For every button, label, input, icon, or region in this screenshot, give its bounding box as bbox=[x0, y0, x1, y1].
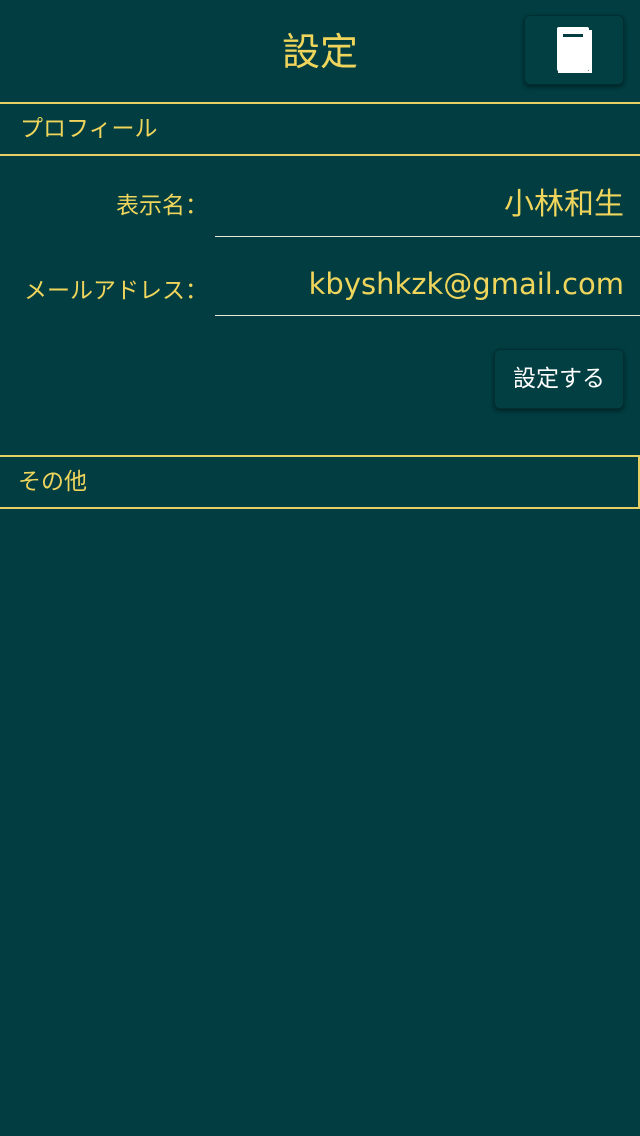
display-name-underline bbox=[215, 236, 640, 237]
header-bar: 設定 bbox=[0, 0, 640, 102]
profile-section-label: プロフィール bbox=[20, 116, 158, 142]
display-name-field[interactable]: 小林和生 bbox=[504, 186, 624, 224]
settings-screen: 設定 プロフィール 表示名： 小林和生 メールアドレス： kbyshkzk@gm… bbox=[0, 0, 640, 1136]
profile-section-header: プロフィール bbox=[0, 102, 640, 156]
display-name-label: 表示名： bbox=[116, 193, 208, 219]
other-section-header[interactable]: その他 bbox=[0, 455, 640, 509]
book-button[interactable] bbox=[524, 15, 624, 85]
email-label: メールアドレス： bbox=[24, 278, 208, 304]
email-underline bbox=[215, 315, 640, 316]
other-section-label: その他 bbox=[18, 469, 87, 495]
email-field[interactable]: kbyshkzk@gmail.com bbox=[309, 265, 624, 303]
submit-settings-button[interactable]: 設定する bbox=[494, 349, 624, 409]
book-icon bbox=[557, 27, 592, 73]
